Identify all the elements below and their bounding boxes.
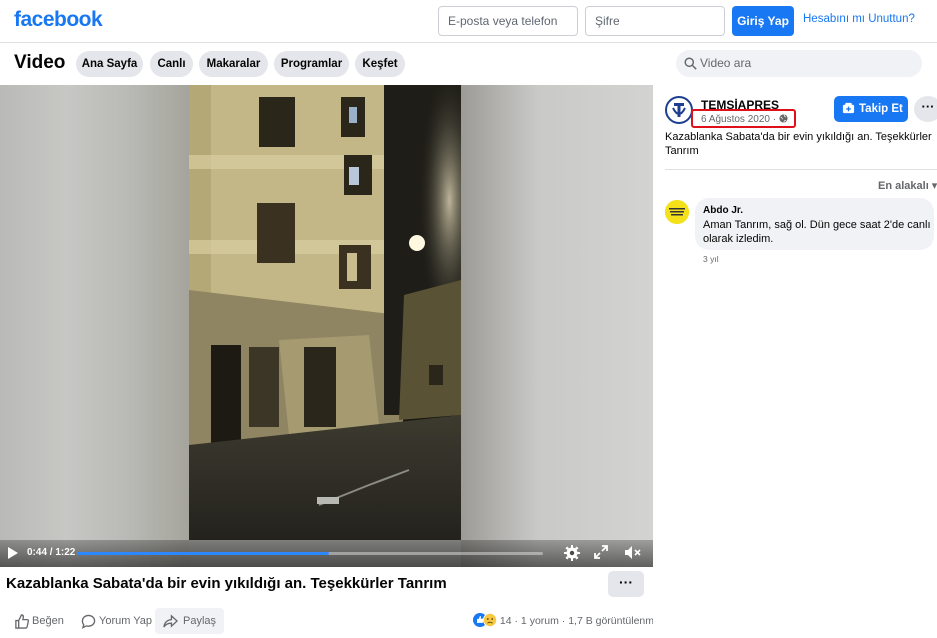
date-highlight-box (691, 109, 796, 128)
tab-shows[interactable]: Programlar (274, 51, 349, 77)
progress-fill (77, 552, 329, 555)
post-more-button[interactable]: ··· (914, 96, 937, 122)
commenter-avatar-image (665, 200, 689, 224)
video-frame (189, 85, 461, 540)
video-title: Kazablanka Sabata'da bir evin yıkıldığı … (6, 575, 447, 592)
follow-button[interactable]: Takip Et (834, 96, 908, 122)
share-button[interactable]: Paylaş (155, 608, 225, 634)
login-button[interactable]: Giriş Yap (732, 6, 794, 36)
follow-page-icon (842, 102, 855, 114)
video-more-button[interactable]: ··· (608, 571, 644, 597)
tab-reels[interactable]: Makaralar (199, 51, 268, 77)
comment-button[interactable]: Yorum Yap (79, 608, 152, 634)
facebook-logo[interactable]: facebook (14, 8, 103, 32)
mute-icon[interactable] (624, 545, 642, 560)
video-blur-left (0, 85, 189, 567)
page-logo-icon (668, 99, 690, 121)
share-icon (163, 614, 178, 628)
video-player[interactable]: 0:44 / 1:22 (0, 85, 653, 567)
tab-explore[interactable]: Keşfet (355, 51, 405, 77)
tab-home[interactable]: Ana Sayfa (76, 51, 143, 77)
video-nav: Video Ana Sayfa Canlı Makaralar Programl… (0, 44, 937, 84)
video-stats: 14 · 1 yorum · 1,7 B görüntülenme (473, 613, 660, 627)
forgot-account-link[interactable]: Hesabını mı Unuttun? (803, 13, 915, 25)
progress-scrubber[interactable] (77, 552, 543, 555)
fullscreen-icon[interactable] (594, 545, 608, 559)
post-description: Kazablanka Sabata'da bir evin yıkıldığı … (665, 131, 932, 157)
comment-text: Aman Tanrım, sağ ol. Dün gece saat 2'de … (703, 219, 931, 245)
video-blur-right (461, 85, 653, 567)
stats-text: 14 · 1 yorum · 1,7 B görüntülenme (499, 615, 660, 627)
video-scene-image (189, 85, 461, 540)
post-panel: TEMSİAPRES 6 Ağustos 2020 · Takip Et ···… (653, 85, 937, 638)
email-input[interactable]: E-posta veya telefon (438, 6, 578, 36)
like-label: Beğen (32, 615, 64, 627)
comment-sort-dropdown[interactable]: En alakalı ▾ (878, 179, 937, 192)
comment-icon (81, 614, 96, 629)
video-search-input[interactable]: Video ara (676, 50, 922, 77)
follow-label: Takip Et (859, 103, 903, 115)
like-button[interactable]: Beğen (12, 608, 64, 634)
tab-live[interactable]: Canlı (150, 51, 193, 77)
page-avatar[interactable] (665, 96, 693, 124)
top-bar: facebook E-posta veya telefon Şifre Giri… (0, 0, 937, 43)
comment-bubble: Abdo Jr. Aman Tanrım, sağ ol. Dün gece s… (695, 198, 934, 250)
share-label: Paylaş (183, 615, 217, 627)
comment-label: Yorum Yap (99, 615, 153, 627)
search-placeholder: Video ara (700, 56, 752, 70)
panel-divider (665, 169, 937, 170)
comment-author[interactable]: Abdo Jr. (703, 205, 743, 216)
search-icon (684, 57, 697, 70)
player-controls: 0:44 / 1:22 (0, 540, 653, 567)
settings-gear-icon[interactable] (564, 545, 580, 561)
play-icon[interactable] (7, 546, 19, 560)
password-input[interactable]: Şifre (585, 6, 725, 36)
sad-reaction-icon (483, 613, 497, 627)
playback-time: 0:44 / 1:22 (27, 547, 76, 558)
commenter-avatar[interactable] (665, 200, 689, 224)
comment-time[interactable]: 3 yıl (703, 254, 719, 264)
thumbs-up-icon (15, 614, 29, 629)
video-section-title[interactable]: Video (14, 52, 65, 74)
